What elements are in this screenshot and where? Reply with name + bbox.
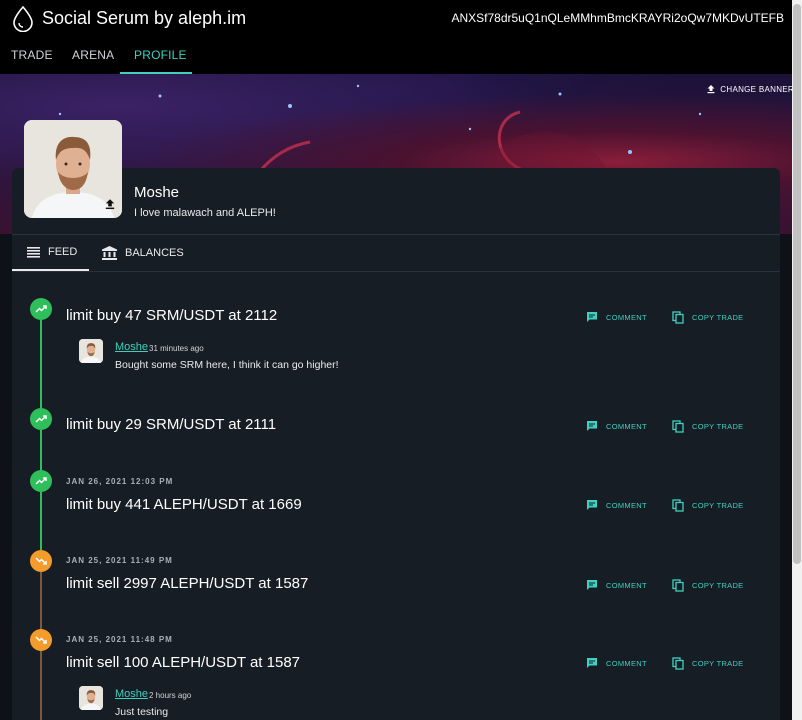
upload-avatar-icon[interactable] [104, 198, 116, 210]
timeline-connector [40, 492, 42, 550]
copy-trade-button[interactable]: COPY TRADE [672, 499, 744, 512]
comment-button[interactable]: COMMENT [586, 579, 647, 591]
bank-icon [102, 246, 117, 260]
copy-trade-label: COPY TRADE [692, 501, 744, 510]
comment-text: Just testing [115, 706, 169, 718]
profile-name: Moshe [134, 184, 180, 201]
copy-trade-button[interactable]: COPY TRADE [672, 657, 744, 670]
trade-date: JAN 25, 2021 11:48 PM [66, 635, 173, 644]
comment-time: 31 minutes ago [149, 344, 204, 353]
comment-button[interactable]: COMMENT [586, 311, 647, 323]
copy-trade-label: COPY TRADE [692, 581, 744, 590]
change-banner-label: CHANGE BANNER [720, 84, 794, 94]
tab-feed[interactable]: FEED [27, 246, 77, 258]
trade-title: limit buy 29 SRM/USDT at 2111 [66, 416, 277, 433]
copy-icon [672, 420, 684, 433]
list-icon [27, 246, 40, 258]
copy-trade-button[interactable]: COPY TRADE [672, 420, 744, 433]
copy-icon [672, 499, 684, 512]
divider [12, 234, 780, 235]
comment-text: Bought some SRM here, I think it can go … [115, 359, 339, 371]
trade-date: JAN 25, 2021 11:49 PM [66, 556, 173, 565]
timeline-connector [40, 320, 42, 410]
copy-icon [672, 657, 684, 670]
trade-title: limit buy 47 SRM/USDT at 2112 [66, 307, 278, 324]
comment-button[interactable]: COMMENT [586, 499, 647, 511]
upload-icon [707, 85, 715, 94]
copy-trade-button[interactable]: COPY TRADE [672, 579, 744, 592]
comment-button[interactable]: COMMENT [586, 420, 647, 432]
trade-title: limit sell 100 ALEPH/USDT at 1587 [66, 654, 301, 671]
copy-trade-label: COPY TRADE [692, 313, 744, 322]
avatar-image [79, 686, 103, 710]
copy-trade-label: COPY TRADE [692, 659, 744, 668]
timeline-connector [40, 651, 42, 720]
tab-trade[interactable]: TRADE [11, 48, 53, 62]
app-title: Social Serum by aleph.im [42, 8, 247, 28]
avatar-image [79, 339, 103, 363]
divider [12, 271, 780, 272]
trend-up-icon [30, 470, 52, 492]
comment-author[interactable]: Moshe [115, 688, 148, 700]
comment-icon [587, 580, 597, 590]
comment-icon [587, 658, 597, 668]
scrollbar-thumb[interactable] [793, 4, 801, 564]
tab-balances[interactable]: BALANCES [102, 246, 184, 260]
scrollbar-track[interactable] [792, 0, 802, 720]
comment-avatar[interactable] [79, 339, 103, 363]
tab-arena[interactable]: ARENA [72, 48, 114, 62]
change-banner-button[interactable]: CHANGE BANNER [706, 84, 794, 94]
wallet-address[interactable]: ANXSf78dr5uQ1nQLeMMhmBmcKRAYRi2oQw7MKDvU… [451, 11, 784, 25]
copy-icon [672, 579, 684, 592]
comment-icon [587, 500, 597, 510]
comment-time: 2 hours ago [149, 691, 192, 700]
trade-date: JAN 26, 2021 12:03 PM [66, 477, 174, 486]
tab-balances-label: BALANCES [125, 247, 184, 259]
trend-up-icon [30, 408, 52, 430]
trend-down-icon [30, 629, 52, 651]
top-bar: Social Serum by aleph.im ANXSf78dr5uQ1nQ… [0, 0, 792, 74]
tab-profile[interactable]: PROFILE [134, 48, 187, 62]
comment-label: COMMENT [606, 658, 647, 668]
copy-trade-button[interactable]: COPY TRADE [672, 311, 744, 324]
profile-bio: I love malawach and ALEPH! [134, 207, 276, 219]
comment-label: COMMENT [606, 312, 647, 322]
avatar[interactable] [24, 120, 122, 218]
tab-feed-label: FEED [48, 246, 78, 258]
copy-trade-label: COPY TRADE [692, 422, 744, 431]
comment-button[interactable]: COMMENT [586, 657, 647, 669]
trend-up-icon [30, 298, 52, 320]
trade-title: limit sell 2997 ALEPH/USDT at 1587 [66, 575, 309, 592]
droplet-logo-icon [13, 6, 33, 32]
copy-icon [672, 311, 684, 324]
comment-label: COMMENT [606, 580, 647, 590]
timeline-connector [40, 572, 42, 630]
trade-title: limit buy 441 ALEPH/USDT at 1669 [66, 496, 302, 513]
comment-icon [587, 421, 597, 431]
comment-label: COMMENT [606, 421, 647, 431]
comment-label: COMMENT [606, 500, 647, 510]
comment-avatar[interactable] [79, 686, 103, 710]
trend-down-icon [30, 550, 52, 572]
comment-icon [587, 312, 597, 322]
timeline-connector [40, 430, 42, 472]
comment-author[interactable]: Moshe [115, 341, 148, 353]
